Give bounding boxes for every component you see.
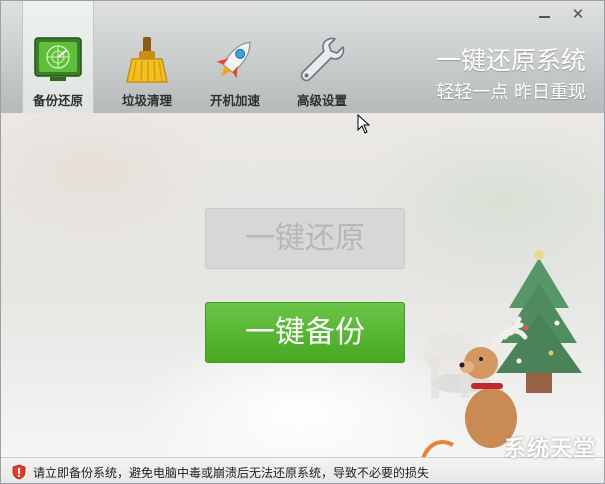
tool-label-junk-clean: 垃圾清理 (121, 93, 172, 108)
tool-label-advanced-settings: 高级设置 (296, 93, 347, 108)
mouse-cursor-icon (357, 114, 371, 134)
close-icon: ✕ (571, 4, 585, 23)
radar-screen-icon (34, 37, 82, 81)
window-controls: ✕ (532, 5, 590, 23)
shield-warning-icon (12, 464, 26, 480)
main-content: 一键还原 一键备份 (1, 113, 604, 465)
one-click-backup-button[interactable]: 一键备份 (205, 302, 405, 363)
one-click-restore-button[interactable]: 一键还原 (205, 208, 405, 269)
app-window: ✕ 备份还原 垃圾清理 开机加速 高级设置 一键还原系统 轻轻一点 昨日重现 一… (0, 0, 605, 484)
tool-advanced-settings[interactable]: 高级设置 (285, 1, 359, 113)
toolbar-header: ✕ 备份还原 垃圾清理 开机加速 高级设置 一键还原系统 轻轻一点 昨日重现 (1, 1, 604, 114)
brand-subtitle: 轻轻一点 昨日重现 (436, 82, 586, 103)
tool-backup-restore[interactable]: 备份还原 (22, 1, 94, 113)
tool-label-backup-restore: 备份还原 (32, 93, 83, 108)
minimize-button[interactable] (532, 5, 556, 23)
close-button[interactable]: ✕ (566, 5, 590, 23)
tool-junk-clean[interactable]: 垃圾清理 (113, 1, 181, 113)
minimize-icon (538, 16, 550, 18)
brand-title: 一键还原系统 (435, 46, 586, 75)
rocket-icon (216, 41, 251, 79)
watermark-logo: 系统天堂 (503, 437, 596, 462)
tool-boot-speedup[interactable]: 开机加速 (199, 1, 271, 113)
broom-icon (126, 37, 168, 83)
tool-label-boot-speedup: 开机加速 (209, 93, 260, 108)
wrench-icon (300, 37, 345, 82)
status-message: 请立即备份系统，避免电脑中毒或崩溃后无法还原系统，导致不必要的损失 (33, 466, 430, 480)
